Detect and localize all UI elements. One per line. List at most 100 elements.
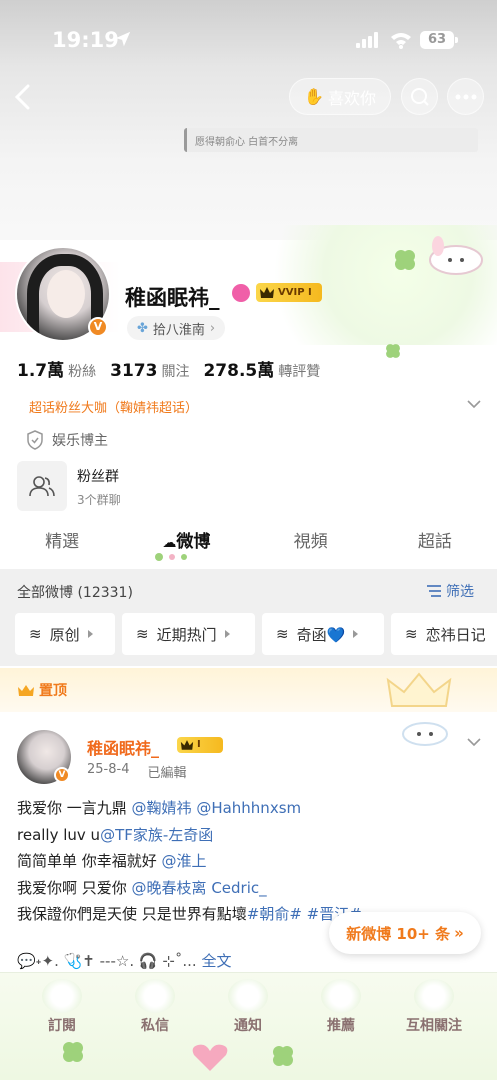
nav-mutual-follow[interactable]: 互相關注 xyxy=(389,973,479,1043)
heart-sticker-icon xyxy=(192,1044,228,1071)
mention-link[interactable]: @鞠婧祎 @Hahhhnxsm xyxy=(132,799,302,817)
location-arrow-icon xyxy=(115,31,131,47)
fan-group-button[interactable] xyxy=(17,461,67,511)
mention-link[interactable]: @晚春枝离 Cedric_ xyxy=(132,879,267,897)
tab-videos[interactable]: 視頻 xyxy=(249,522,373,566)
nav-messages[interactable]: 私信 xyxy=(110,973,200,1043)
mention-link[interactable]: @TF家族-左奇函 xyxy=(100,826,213,844)
nav-notifications[interactable]: 通知 xyxy=(203,973,293,1043)
location-chip[interactable]: ✤ 拾八淮南 › xyxy=(127,316,226,340)
triangle-right-icon xyxy=(353,630,359,638)
filter-chips: ≋ 原创 ≋ 近期热门 ≋ 奇函💙 ≋ 恋祎日记 xyxy=(15,613,497,655)
status-bar: 19:19 63 xyxy=(0,0,497,80)
verified-v-badge-icon: V xyxy=(88,317,108,337)
verified-v-badge-icon: V xyxy=(54,767,70,783)
profile-name: 稚函眠祎_ xyxy=(125,286,220,310)
subscribe-icon xyxy=(42,979,82,1013)
bell-icon xyxy=(228,979,268,1013)
message-icon xyxy=(135,979,175,1013)
clover-icon xyxy=(273,1046,293,1066)
clover-icon xyxy=(63,1042,83,1062)
chevron-right-icon: › xyxy=(209,320,216,336)
cloud-sticker-icon: ☁ xyxy=(162,535,177,551)
feed-filter-section: 全部微博 (12331) 筛选 ≋ 原创 ≋ 近期热门 ≋ 奇函💙 ≋ 恋祎日记 xyxy=(0,569,497,666)
group-users-icon xyxy=(29,476,55,497)
tab-featured[interactable]: 精選 xyxy=(0,522,124,566)
post-body: 我爱你 一言九鼎 @鞠婧祎 @Hahhhnxsm really luv u@TF… xyxy=(17,795,487,928)
post-author-name[interactable]: 稚函眠祎_ xyxy=(87,735,159,759)
clover-decoration-icon xyxy=(155,553,188,561)
double-chevron-down-icon: » xyxy=(454,924,464,942)
search-icon xyxy=(410,87,429,106)
wifi-icon xyxy=(391,33,411,49)
layers-icon: ≋ xyxy=(405,625,418,643)
layers-icon: ≋ xyxy=(29,625,42,643)
chip-love-diary[interactable]: ≋ 恋祎日记 xyxy=(391,613,497,655)
chip-recent-hot[interactable]: ≋ 近期热门 xyxy=(122,613,255,655)
clover-nav-icon xyxy=(321,979,361,1013)
crown-sticker-icon xyxy=(386,672,452,707)
role-row: 娱乐博主 xyxy=(26,430,108,450)
fan-group-title[interactable]: 粉丝群 xyxy=(77,466,119,486)
tab-super-topics[interactable]: 超話 xyxy=(373,522,497,566)
tab-weibo-label: 微博 xyxy=(176,532,211,552)
post-line: 我爱你啊 只爱你 @晚春枝离 Cedric_ xyxy=(17,878,267,897)
clover-icon xyxy=(395,250,415,270)
filter-label: 筛选 xyxy=(446,584,474,600)
like-button-label: 喜欢你 xyxy=(327,88,376,108)
chevron-down-icon[interactable] xyxy=(466,398,482,410)
nav-recommend[interactable]: 推薦 xyxy=(296,973,386,1043)
profile-signature: 愿得朝俞心 白首不分离 xyxy=(184,128,478,152)
all-weibo-count: 全部微博 (12331) xyxy=(17,585,133,601)
chip-qihan[interactable]: ≋ 奇函💙 xyxy=(262,613,384,655)
post-date: 25-8-4 xyxy=(87,762,130,777)
search-tag-icon[interactable] xyxy=(232,284,250,302)
like-you-button[interactable]: ✋ 喜欢你 xyxy=(289,78,391,115)
layers-icon: ≋ xyxy=(136,625,149,643)
post-line: really luv u@TF家族-左奇函 xyxy=(17,825,214,844)
profile-stats: 1.7萬 粉絲 3173 關注 278.5萬 轉評贊 xyxy=(17,356,320,381)
crown-icon xyxy=(260,287,274,298)
mention-link[interactable]: @淮上 xyxy=(162,852,207,870)
post-vip-badge[interactable]: I xyxy=(177,737,223,753)
layers-icon: ≋ xyxy=(276,625,289,643)
tab-weibo[interactable]: ☁微博 xyxy=(124,522,248,566)
bottom-nav: 訂閱 私信 通知 推薦 互相關注 xyxy=(0,972,497,1080)
triangle-right-icon xyxy=(87,630,93,638)
stat-following[interactable]: 3173 關注 xyxy=(110,361,189,381)
crown-icon xyxy=(180,740,194,750)
post-last-line: 💬˖✦. 🩺✝ ---☆. 🎧 ⊹˚... 全文 xyxy=(17,952,232,970)
hand-heart-icon: ✋ xyxy=(304,87,324,106)
mutual-follow-icon xyxy=(414,979,454,1013)
filter-icon xyxy=(427,585,441,597)
post-edited: 已編輯 xyxy=(147,766,187,781)
battery-indicator: 63 xyxy=(420,31,458,49)
full-text-link[interactable]: 全文 xyxy=(201,952,231,970)
shield-check-icon xyxy=(27,430,43,450)
new-weibo-button[interactable]: 新微博 10+ 条 » xyxy=(329,912,481,954)
stat-followers[interactable]: 1.7萬 粉絲 xyxy=(17,356,96,381)
nav-subscribe[interactable]: 訂閱 xyxy=(17,973,107,1043)
clover-small-icon: ✤ xyxy=(137,320,148,336)
clover-icon xyxy=(386,344,400,358)
post-meta: 25-8-4 已編輯 xyxy=(87,762,186,781)
crown-small-icon xyxy=(18,685,34,696)
super-topic-link[interactable]: 超话粉丝大咖（鞠婧祎超话） xyxy=(29,397,198,416)
cat-sticker-icon xyxy=(402,722,448,746)
fan-group-subtitle: 3个群聊 xyxy=(77,493,121,507)
post-line: 我爱你 一言九鼎 @鞠婧祎 @Hahhhnxsm xyxy=(17,799,302,817)
chevron-down-icon[interactable] xyxy=(466,736,482,748)
vip-badge[interactable]: VVIP I xyxy=(256,283,322,302)
more-button[interactable] xyxy=(447,78,484,115)
stat-interactions[interactable]: 278.5萬 轉評贊 xyxy=(203,356,320,381)
status-time: 19:19 xyxy=(52,28,119,52)
back-icon[interactable] xyxy=(12,84,34,110)
post-line: 简简单单 你幸福就好 @淮上 xyxy=(17,852,207,870)
more-dots-icon xyxy=(455,94,476,99)
chip-original[interactable]: ≋ 原创 xyxy=(15,613,115,655)
pinned-label: 置顶 xyxy=(17,680,67,700)
search-button[interactable] xyxy=(401,78,438,115)
vip-label: VVIP I xyxy=(278,287,312,298)
profile-tabs: 精選 ☁微博 視頻 超話 xyxy=(0,522,497,566)
filter-button[interactable]: 筛选 xyxy=(426,581,474,601)
